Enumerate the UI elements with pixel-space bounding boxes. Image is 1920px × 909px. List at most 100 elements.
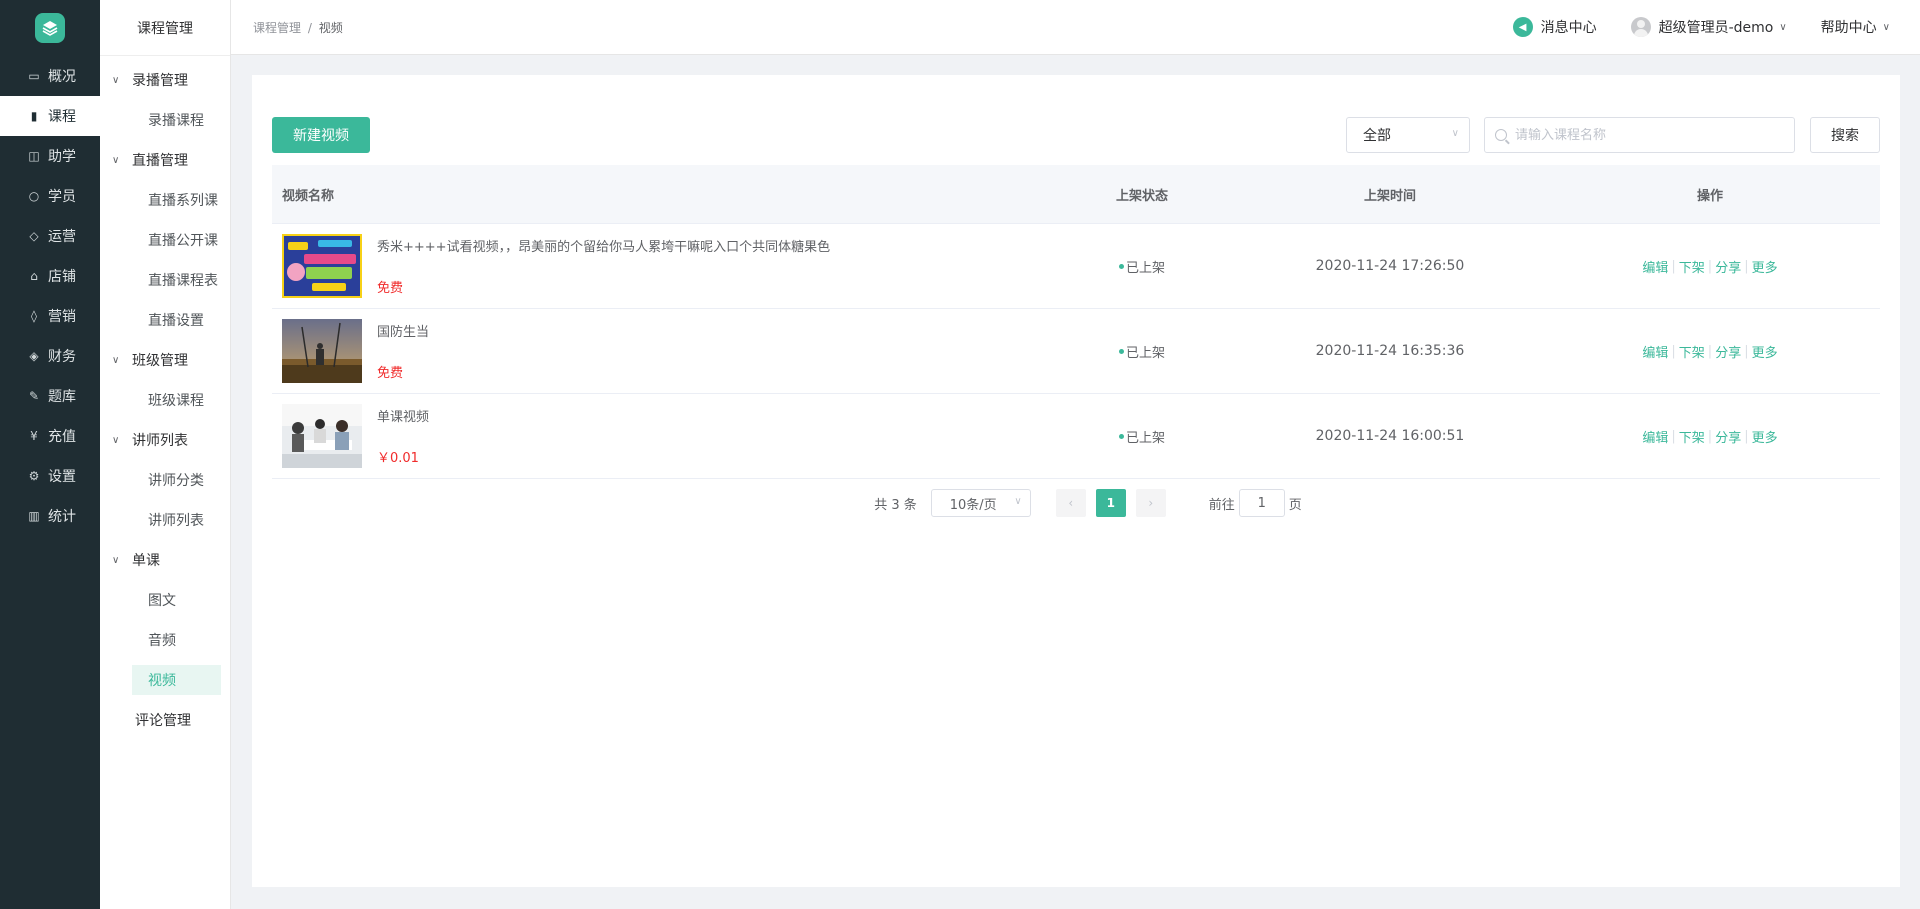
- avatar: [1630, 17, 1651, 37]
- pen-icon: ✎: [28, 389, 40, 403]
- nav-item-label: 财务: [48, 349, 76, 365]
- nav-item-recharge[interactable]: ¥ 充值: [0, 416, 100, 456]
- more-link[interactable]: 更多: [1752, 342, 1778, 361]
- help-center[interactable]: 帮助中心 ∨: [1821, 17, 1890, 37]
- nav-item-overview[interactable]: ▭ 概况: [0, 56, 100, 96]
- publish-time: 2020-11-24 16:35:36: [1315, 343, 1465, 359]
- submenu-item-live-public[interactable]: 直播公开课: [100, 220, 230, 260]
- offshelf-link[interactable]: 下架: [1679, 342, 1705, 361]
- prev-page-button[interactable]: ‹: [1055, 489, 1086, 517]
- nav-item-label: 概况: [48, 69, 76, 85]
- submenu-item-live-schedule[interactable]: 直播课程表: [100, 260, 230, 300]
- user-menu[interactable]: 超级管理员-demo ∨: [1630, 17, 1787, 37]
- chevron-down-icon: ∨: [112, 354, 120, 366]
- nav-item-assist[interactable]: ◫ 助学: [0, 136, 100, 176]
- submenu-item-comments[interactable]: 评论管理: [100, 700, 230, 740]
- submenu-group-label: 直播管理: [132, 153, 188, 169]
- submenu-group-label: 单课: [132, 553, 160, 569]
- nav-item-finance[interactable]: ◈ 财务: [0, 336, 100, 376]
- submenu-group-label: 录播管理: [132, 73, 188, 89]
- chevron-left-icon: ‹: [1068, 496, 1074, 510]
- message-center[interactable]: ◀ 消息中心: [1512, 17, 1597, 37]
- edit-link[interactable]: 编辑: [1642, 427, 1668, 446]
- submenu-group-class[interactable]: ∨ 班级管理: [100, 340, 230, 380]
- share-link[interactable]: 分享: [1715, 342, 1741, 361]
- goto-page-input[interactable]: 1: [1238, 489, 1285, 517]
- column-header-status: 上架状态: [1115, 188, 1168, 204]
- more-link[interactable]: 更多: [1752, 257, 1778, 276]
- breadcrumb-parent[interactable]: 课程管理: [253, 21, 301, 35]
- publish-time: 2020-11-24 16:00:51: [1315, 428, 1465, 444]
- submenu-item-live-settings[interactable]: 直播设置: [100, 300, 230, 340]
- new-video-button[interactable]: 新建视频: [272, 117, 370, 153]
- nav-item-marketing[interactable]: ◊ 营销: [0, 296, 100, 336]
- submenu-item-audio[interactable]: 音频: [100, 620, 230, 660]
- edit-link[interactable]: 编辑: [1642, 342, 1668, 361]
- offshelf-link[interactable]: 下架: [1679, 427, 1705, 446]
- chevron-down-icon: ∨: [1014, 496, 1022, 507]
- search-input[interactable]: [1515, 127, 1785, 143]
- pagination: 共 3 条 10条/页 ∨ ‹ 1 › 前往 1 页: [252, 489, 1900, 517]
- page-size-value: 10条/页: [949, 497, 997, 513]
- table-row: 国防生当 免费 已上架 2020-11-24 16:35:36 编辑 | 下架 | …: [272, 309, 1880, 394]
- submenu-item-lecturer-list[interactable]: 讲师列表: [100, 500, 230, 540]
- video-price: 免费: [377, 366, 404, 381]
- pagination-total: 共 3 条: [874, 497, 917, 513]
- submenu-item-class-courses[interactable]: 班级课程: [100, 380, 230, 420]
- video-thumbnail[interactable]: [282, 319, 362, 383]
- nav-item-course[interactable]: ▮ 课程: [0, 96, 100, 136]
- status-filter-select[interactable]: 全部 ∨: [1346, 117, 1470, 153]
- video-thumbnail[interactable]: [282, 234, 362, 298]
- submenu-title: 课程管理: [100, 0, 230, 56]
- submenu-item-article[interactable]: 图文: [100, 580, 230, 620]
- table-row: 秀米++++试看视频，，昂美丽的个留给你马人累垮干嘛呢入口个共同体糖果色 免费 …: [272, 224, 1880, 309]
- submenu-item-recorded-courses[interactable]: 录播课程: [100, 100, 230, 140]
- submenu-group-live[interactable]: ∨ 直播管理: [100, 140, 230, 180]
- search-button[interactable]: 搜索: [1810, 117, 1880, 153]
- nav-item-question-bank[interactable]: ✎ 题库: [0, 376, 100, 416]
- share-link[interactable]: 分享: [1715, 427, 1741, 446]
- submenu-item-live-series[interactable]: 直播系列课: [100, 180, 230, 220]
- nav-item-label: 助学: [48, 149, 76, 165]
- status-badge: 已上架: [1118, 257, 1165, 276]
- page-jump: 前往 1 页: [1209, 489, 1302, 517]
- offshelf-link[interactable]: 下架: [1679, 257, 1705, 276]
- row-actions: 编辑 | 下架 | 分享 | 更多: [1642, 427, 1778, 446]
- next-page-button[interactable]: ›: [1135, 489, 1166, 517]
- status-dot-icon: [1118, 433, 1124, 439]
- status-badge: 已上架: [1118, 342, 1165, 361]
- page-number-button[interactable]: 1: [1095, 489, 1126, 517]
- nav-item-students[interactable]: ○ 学员: [0, 176, 100, 216]
- goto-suffix: 页: [1288, 497, 1302, 513]
- tag-icon: ◊: [31, 309, 37, 323]
- submenu-group-recorded[interactable]: ∨ 录播管理: [100, 60, 230, 100]
- video-title: 国防生当: [377, 325, 430, 340]
- edit-link[interactable]: 编辑: [1642, 257, 1668, 276]
- chevron-down-icon: ∨: [1779, 21, 1787, 33]
- submenu-item-video[interactable]: 视频: [132, 665, 221, 695]
- submenu-group-single[interactable]: ∨ 单课: [100, 540, 230, 580]
- search-box[interactable]: [1484, 117, 1795, 153]
- nav-item-statistics[interactable]: ▥ 统计: [0, 496, 100, 536]
- nav-item-operations[interactable]: ◇ 运营: [0, 216, 100, 256]
- more-link[interactable]: 更多: [1752, 427, 1778, 446]
- breadcrumb-separator: /: [307, 20, 312, 35]
- bar-chart-icon: ▥: [28, 509, 40, 523]
- chevron-down-icon: ∨: [112, 554, 120, 566]
- submenu-group-lecturers[interactable]: ∨ 讲师列表: [100, 420, 230, 460]
- table-header: 视频名称 上架状态 上架时间 操作: [272, 165, 1880, 224]
- page-size-select[interactable]: 10条/页 ∨: [930, 489, 1031, 517]
- submenu-item-lecturer-categories[interactable]: 讲师分类: [100, 460, 230, 500]
- share-link[interactable]: 分享: [1715, 257, 1741, 276]
- nav-item-label: 统计: [48, 509, 76, 525]
- video-thumbnail[interactable]: [282, 404, 362, 468]
- logo[interactable]: [0, 0, 100, 56]
- nav-item-settings[interactable]: ⚙ 设置: [0, 456, 100, 496]
- nav-item-store[interactable]: ⌂ 店铺: [0, 256, 100, 296]
- main-nav: ▭ 概况 ▮ 课程 ◫ 助学 ○ 学员 ◇ 运营 ⌂ 店铺 ◊ 营销 ◈ 财务 ✎ 题库 ¥ 充值 …: [0, 0, 100, 909]
- search-icon: [1495, 129, 1507, 141]
- store-icon: ⌂: [30, 269, 38, 283]
- help-center-label: 帮助中心: [1820, 20, 1877, 36]
- monitor-icon: ▭: [28, 69, 40, 83]
- nav-item-label: 题库: [48, 389, 76, 405]
